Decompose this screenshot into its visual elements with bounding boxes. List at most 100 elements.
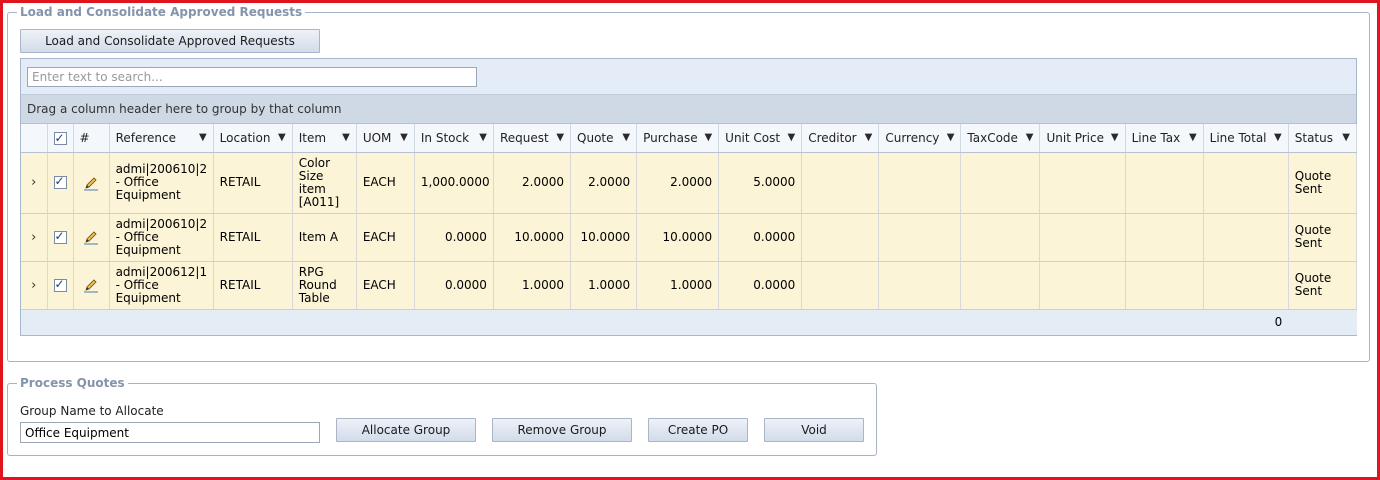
filter-icon[interactable]: ▼	[199, 132, 207, 143]
chevron-right-icon[interactable]: ›	[31, 230, 36, 245]
line-tax-cell	[1125, 152, 1204, 214]
void-button[interactable]: Void	[764, 418, 864, 442]
row-select-checkbox-icon[interactable]	[53, 175, 67, 189]
filter-icon[interactable]: ▼	[865, 132, 873, 143]
col-header-item[interactable]: Item ▼	[292, 124, 357, 153]
filter-icon[interactable]: ▼	[947, 132, 955, 143]
row-select-checkbox-icon[interactable]	[53, 230, 67, 244]
pencil-icon[interactable]	[83, 277, 99, 293]
col-header-unit-cost[interactable]: Unit Cost ▼	[718, 124, 803, 153]
chevron-right-icon[interactable]: ›	[31, 278, 36, 293]
requests-table: # Reference▼ Location▼ Item▼ UOM▼ In Sto…	[21, 124, 1358, 335]
filter-icon[interactable]: ▼	[1342, 132, 1350, 143]
quote-cell: 2.0000	[570, 152, 638, 214]
filter-icon[interactable]: ▼	[479, 132, 487, 143]
status-cell: Quote Sent	[1288, 213, 1358, 262]
item-cell: Item A	[292, 213, 357, 262]
col-header-location[interactable]: Location ▼	[213, 124, 293, 153]
purchase-cell: 1.0000	[636, 261, 720, 310]
reference-cell: admi|200610|2 - Office Equipment	[109, 152, 214, 214]
remove-group-button[interactable]: Remove Group	[492, 418, 632, 442]
filter-icon[interactable]: ▼	[704, 132, 712, 143]
in-stock-cell: 0.0000	[414, 261, 494, 310]
filter-icon[interactable]: ▼	[1189, 132, 1197, 143]
col-header-purchase[interactable]: Purchase ▼	[636, 124, 720, 153]
pencil-icon[interactable]	[83, 175, 99, 191]
expand-header	[21, 124, 48, 153]
line-total-cell	[1203, 152, 1289, 214]
in-stock-cell: 1,000.0000	[414, 152, 494, 214]
col-header-reference[interactable]: Reference ▼	[109, 124, 214, 153]
pencil-icon[interactable]	[83, 229, 99, 245]
line-tax-cell	[1125, 261, 1204, 310]
col-header-quote[interactable]: Quote ▼	[570, 124, 638, 153]
uom-cell: EACH	[356, 213, 415, 262]
filter-icon[interactable]: ▼	[1026, 132, 1034, 143]
edit-row-button[interactable]	[73, 261, 110, 310]
expand-row-button[interactable]: ›	[21, 261, 48, 310]
table-row[interactable]: › admi|200612|1 - Office Equipment RETAI…	[21, 261, 1358, 310]
col-header-uom[interactable]: UOM ▼	[356, 124, 415, 153]
allocate-group-button[interactable]: Allocate Group	[336, 418, 476, 442]
col-header-currency[interactable]: Currency ▼	[878, 124, 962, 153]
grid-search-bar	[21, 59, 1356, 95]
col-header-taxcode[interactable]: TaxCode ▼	[960, 124, 1041, 153]
filter-icon[interactable]: ▼	[556, 132, 564, 143]
line-tax-cell	[1125, 213, 1204, 262]
expand-row-button[interactable]: ›	[21, 152, 48, 214]
location-cell: RETAIL	[213, 261, 293, 310]
table-row[interactable]: › admi|200610|2 - Office Equipment RETAI…	[21, 152, 1358, 214]
row-select-checkbox-icon[interactable]	[53, 278, 67, 292]
line-total-cell	[1203, 213, 1289, 262]
filter-icon[interactable]: ▼	[278, 132, 286, 143]
edit-row-button[interactable]	[73, 213, 110, 262]
taxcode-cell	[960, 261, 1041, 310]
line-total-cell	[1203, 261, 1289, 310]
col-header-line-total[interactable]: Line Total ▼	[1203, 124, 1289, 153]
col-header-line-tax[interactable]: Line Tax ▼	[1125, 124, 1204, 153]
location-cell: RETAIL	[213, 152, 293, 214]
in-stock-cell: 0.0000	[414, 213, 494, 262]
request-cell: 2.0000	[493, 152, 572, 214]
grid-search-input[interactable]	[27, 67, 477, 87]
purchase-cell: 10.0000	[636, 213, 720, 262]
table-row[interactable]: › admi|200610|2 - Office Equipment RETAI…	[21, 213, 1358, 262]
col-header-in-stock[interactable]: In Stock ▼	[414, 124, 494, 153]
filter-icon[interactable]: ▼	[1274, 132, 1282, 143]
taxcode-cell	[960, 152, 1041, 214]
col-header-request[interactable]: Request ▼	[493, 124, 572, 153]
requests-grid: Drag a column header here to group by th…	[20, 58, 1358, 336]
edit-row-button[interactable]	[73, 152, 110, 214]
select-all-header[interactable]	[47, 124, 74, 153]
uom-cell: EACH	[356, 261, 415, 310]
col-header-creditor[interactable]: Creditor ▼	[801, 124, 880, 153]
col-header-unit-price[interactable]: Unit Price ▼	[1039, 124, 1126, 153]
unit-price-cell	[1039, 152, 1126, 214]
item-cell: Color Size item [A011]	[292, 152, 357, 214]
status-cell: Quote Sent	[1288, 261, 1358, 310]
select-all-checkbox-icon[interactable]	[53, 131, 67, 145]
create-po-button[interactable]: Create PO	[648, 418, 748, 442]
line-total-footer: 0	[1203, 309, 1289, 335]
reference-cell: admi|200612|1 - Office Equipment	[109, 261, 214, 310]
taxcode-cell	[960, 213, 1041, 262]
col-header-status[interactable]: Status ▼	[1288, 124, 1358, 153]
group-by-panel[interactable]: Drag a column header here to group by th…	[21, 95, 1356, 124]
expand-row-button[interactable]: ›	[21, 213, 48, 262]
status-cell: Quote Sent	[1288, 152, 1358, 214]
filter-icon[interactable]: ▼	[622, 132, 630, 143]
filter-icon[interactable]: ▼	[788, 132, 796, 143]
location-cell: RETAIL	[213, 213, 293, 262]
filter-icon[interactable]: ▼	[400, 132, 408, 143]
grid-footer-row: 0	[21, 309, 1357, 335]
uom-cell: EACH	[356, 152, 415, 214]
col-header-number[interactable]: #	[73, 124, 110, 153]
load-consolidate-button[interactable]: Load and Consolidate Approved Requests	[20, 29, 320, 53]
filter-icon[interactable]: ▼	[342, 132, 350, 143]
creditor-cell	[801, 152, 880, 214]
group-by-hint: Drag a column header here to group by th…	[27, 102, 342, 116]
item-cell: RPG Round Table	[292, 261, 357, 310]
group-name-input[interactable]	[20, 422, 320, 443]
filter-icon[interactable]: ▼	[1111, 132, 1119, 143]
chevron-right-icon[interactable]: ›	[31, 175, 36, 190]
